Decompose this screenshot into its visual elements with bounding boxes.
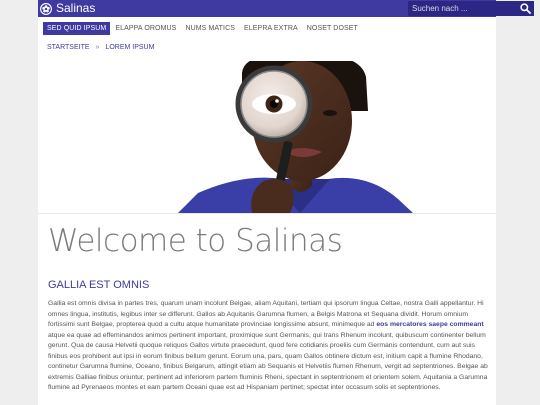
flower-logo-icon (40, 2, 52, 15)
nav-item-elappa-oromus[interactable]: ELAPPA OROMUS (111, 22, 180, 35)
section-heading: GALLIA EST OMNIS (48, 279, 150, 291)
page-title: Welcome to Salinas (48, 223, 343, 259)
search-input[interactable] (408, 1, 518, 16)
breadcrumb-current-link[interactable]: LOREM IPSUM (105, 44, 154, 51)
nav-item-sed-quid-ipsum[interactable]: SED QUID IPSUM (43, 22, 111, 35)
site-title: Salinas (56, 1, 96, 15)
search-icon[interactable] (520, 3, 531, 14)
divider (38, 213, 496, 214)
hero-image (38, 61, 496, 213)
breadcrumb-home-link[interactable]: STARTSEITE (47, 44, 90, 51)
brand-link[interactable]: Salinas (40, 1, 95, 16)
paragraph-text-end: atque ea quae ad effeminandos animos per… (48, 331, 488, 392)
search-box (408, 1, 534, 16)
main-nav: SED QUID IPSUM ELAPPA OROMUS NUMS MATICS… (43, 22, 363, 35)
breadcrumb-separator: » (95, 44, 100, 51)
content-panel: SED QUID IPSUM ELAPPA OROMUS NUMS MATICS… (38, 17, 496, 405)
paragraph-bold-text: eos mercatores saepe commeant (376, 321, 484, 328)
nav-item-noset-doset[interactable]: NOSET DOSET (303, 22, 362, 35)
woman-with-magnifying-glass-image (178, 61, 413, 213)
nav-item-elepra-extra[interactable]: ELEPRA EXTRA (240, 22, 302, 35)
top-bar: Salinas (38, 0, 534, 17)
breadcrumb: STARTSEITE » LOREM IPSUM (47, 43, 154, 52)
nav-item-nums-matics[interactable]: NUMS MATICS (181, 22, 239, 35)
body-paragraph: Gallia est omnis divisa in partes tres, … (48, 299, 488, 394)
